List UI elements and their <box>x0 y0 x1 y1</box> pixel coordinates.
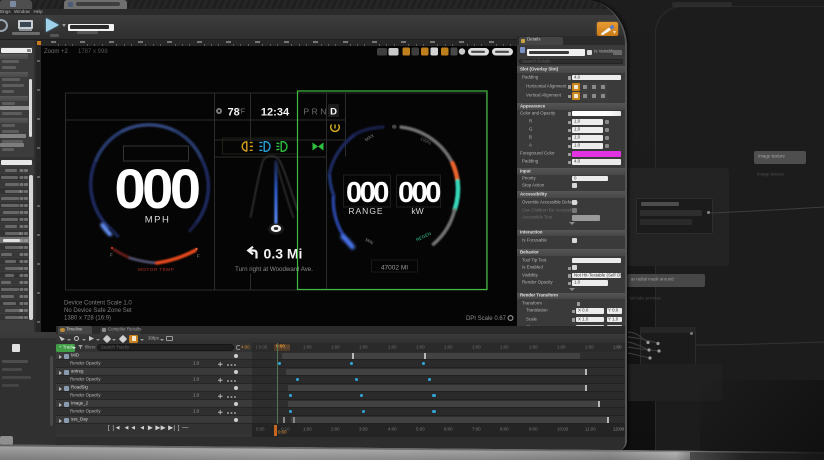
svg-text:MAX: MAX <box>364 132 375 141</box>
svg-text:°F: °F <box>238 107 245 115</box>
svg-text:▾: ▾ <box>613 30 616 36</box>
svg-text:000: 000 <box>398 177 440 209</box>
svg-text:000: 000 <box>115 157 199 220</box>
svg-text:RANGE: RANGE <box>348 206 383 216</box>
svg-text:Device Content Scale 1.0: Device Content Scale 1.0 <box>64 300 132 306</box>
svg-text:000: 000 <box>346 177 388 209</box>
svg-text:MPH: MPH <box>145 214 171 225</box>
svg-text:DPI Scale 0.67: DPI Scale 0.67 <box>466 316 507 322</box>
svg-text:1787 x 998: 1787 x 998 <box>78 49 108 55</box>
svg-text:D: D <box>330 106 337 117</box>
svg-text:Zoom +2: Zoom +2 <box>44 49 69 55</box>
svg-text:F: F <box>197 253 200 258</box>
svg-text:0.3 Mi: 0.3 Mi <box>264 245 303 261</box>
svg-text:1380 x 728 (16:9): 1380 x 728 (16:9) <box>64 315 111 321</box>
svg-text:No Device Safe Zone Set: No Device Safe Zone Set <box>64 308 132 314</box>
svg-text:PRN: PRN <box>304 106 329 116</box>
svg-text:12:34: 12:34 <box>261 106 290 118</box>
svg-text:Turn right at Woodward Ave.: Turn right at Woodward Ave. <box>235 266 313 273</box>
svg-text:F: F <box>110 252 113 257</box>
svg-text:MIN: MIN <box>365 237 375 245</box>
svg-text:47002 MI: 47002 MI <box>381 264 408 271</box>
svg-text:kW: kW <box>411 206 423 216</box>
svg-text:REGEN: REGEN <box>415 230 432 242</box>
svg-text:MOTOR TEMP: MOTOR TEMP <box>138 267 174 273</box>
